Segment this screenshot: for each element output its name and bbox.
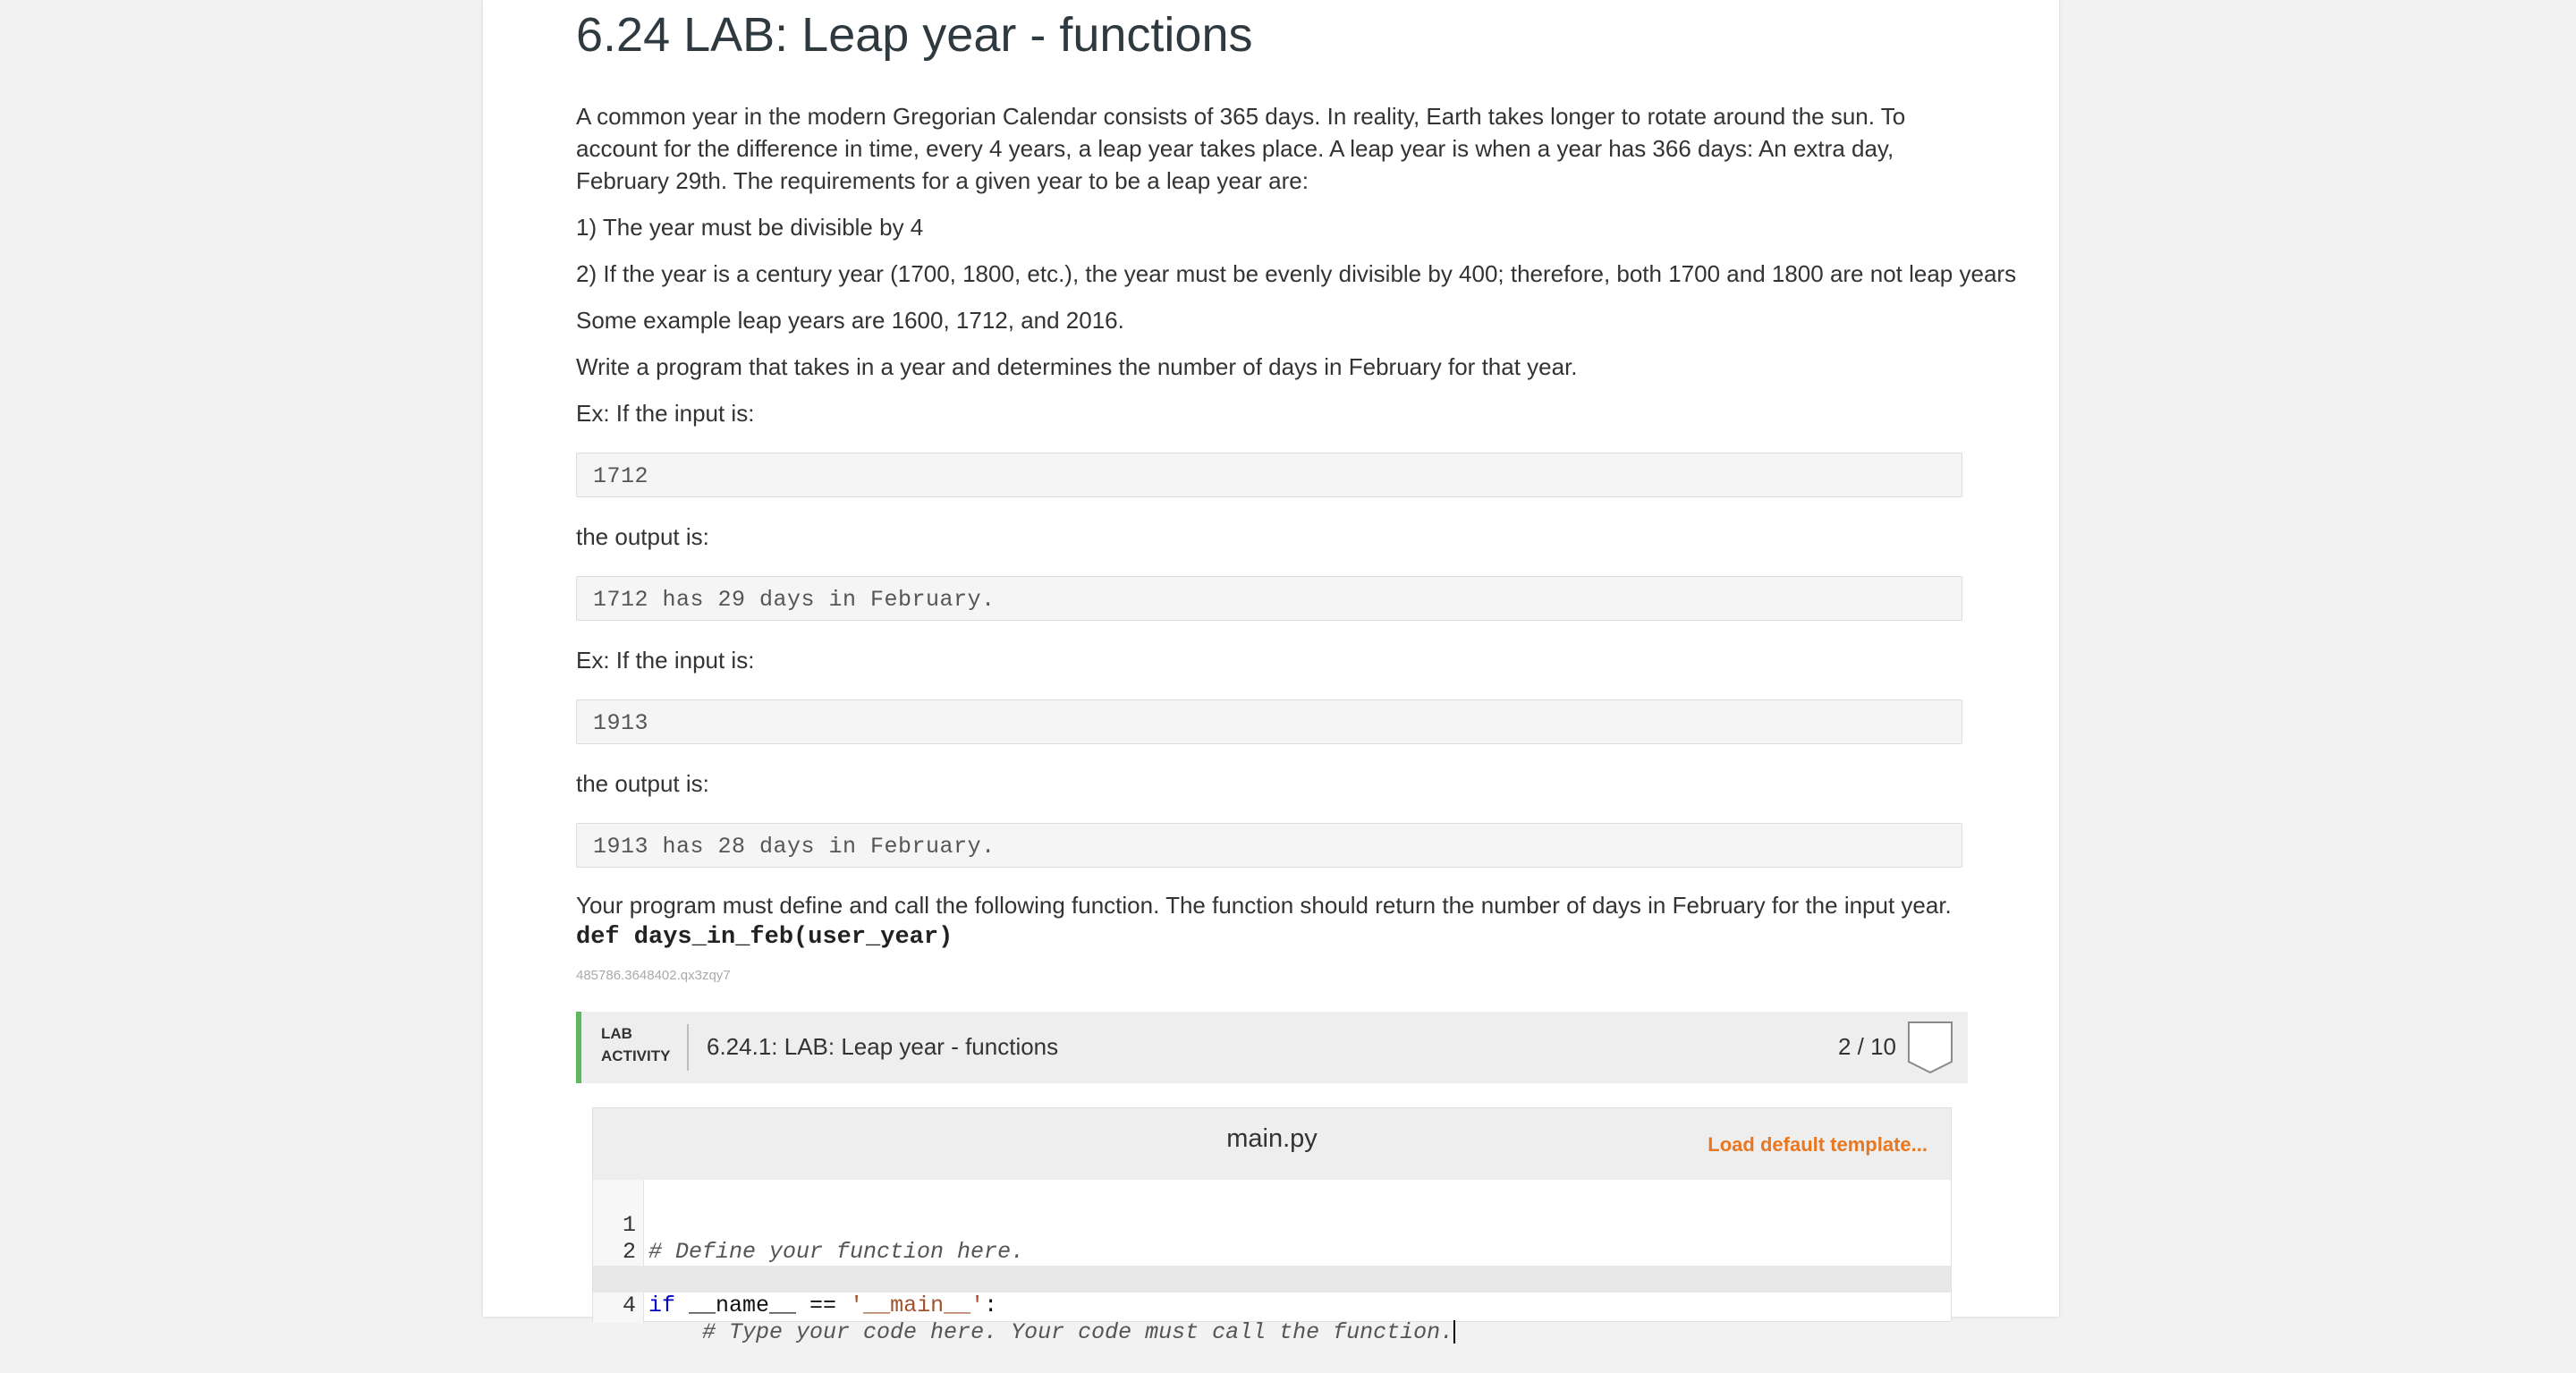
example-1-output: 1712 has 29 days in February. xyxy=(593,587,996,613)
task-description: Write a program that takes in a year and… xyxy=(576,353,1578,380)
example-2-output: 1913 has 28 days in February. xyxy=(593,834,996,860)
code-line-active[interactable]: 4 # Type your code here. Your code must … xyxy=(593,1266,1951,1345)
editor-header: main.py Load default template... xyxy=(593,1108,1951,1180)
lab-tag-line-1: LAB xyxy=(601,1025,632,1042)
code-line[interactable]: 3 if __name__ == '__main__': xyxy=(593,1239,1951,1318)
example-1-output-label: the output is: xyxy=(576,523,709,550)
function-signature: def days_in_feb(user_year) xyxy=(576,924,953,951)
example-2-input-box: 1913 xyxy=(576,699,1962,744)
code-string: '__main__' xyxy=(836,1292,985,1318)
text-cursor xyxy=(1453,1320,1456,1344)
function-note: Your program must define and call the fo… xyxy=(576,892,1952,919)
code-line[interactable]: 2 xyxy=(593,1212,1951,1265)
example-1-input: 1712 xyxy=(593,463,649,489)
example-1-input-label: Ex: If the input is: xyxy=(576,400,755,427)
activity-identifier: 485786.3648402.qx3zqy7 xyxy=(576,968,731,983)
load-default-template-button[interactable]: Load default template... xyxy=(1707,1133,1928,1157)
code-operator: == xyxy=(809,1292,837,1318)
example-2-input: 1913 xyxy=(593,710,649,736)
lab-activity-header: LAB ACTIVITY 6.24.1: LAB: Leap year - fu… xyxy=(576,1012,1968,1083)
page-title: 6.24 LAB: Leap year - functions xyxy=(576,8,1253,62)
example-2-output-label: the output is: xyxy=(576,770,709,797)
lab-activity-name: 6.24.1: LAB: Leap year - functions xyxy=(707,1033,1059,1060)
intro-paragraph: A common year in the modern Gregorian Ca… xyxy=(576,103,1906,194)
example-1-output-box: 1712 has 29 days in February. xyxy=(576,576,1962,621)
line-number: 4 xyxy=(622,1292,636,1318)
lab-activity-tag: LAB ACTIVITY xyxy=(601,1022,670,1067)
example-2-input-label: Ex: If the input is: xyxy=(576,647,755,674)
code-colon: : xyxy=(984,1292,998,1318)
code-line[interactable]: 1 # Define your function here. xyxy=(593,1185,1951,1265)
example-2-output-box: 1913 has 28 days in February. xyxy=(576,823,1962,868)
lab-divider xyxy=(687,1024,689,1071)
completion-shield-icon xyxy=(1908,1021,1953,1074)
lab-score: 2 / 10 xyxy=(1837,1033,1896,1060)
code-comment: # Type your code here. Your code must ca… xyxy=(702,1319,1454,1345)
requirement-1: 1) The year must be divisible by 4 xyxy=(576,214,924,241)
page-card: 6.24 LAB: Leap year - functions A common… xyxy=(483,0,2059,1345)
lab-tag-line-2: ACTIVITY xyxy=(601,1047,671,1064)
example-years: Some example leap years are 1600, 1712, … xyxy=(576,307,1124,334)
code-editor[interactable]: main.py Load default template... 1 # Def… xyxy=(592,1107,1952,1345)
requirement-2: 2) If the year is a century year (1700, … xyxy=(576,260,2017,287)
example-1-input-box: 1712 xyxy=(576,453,1962,497)
